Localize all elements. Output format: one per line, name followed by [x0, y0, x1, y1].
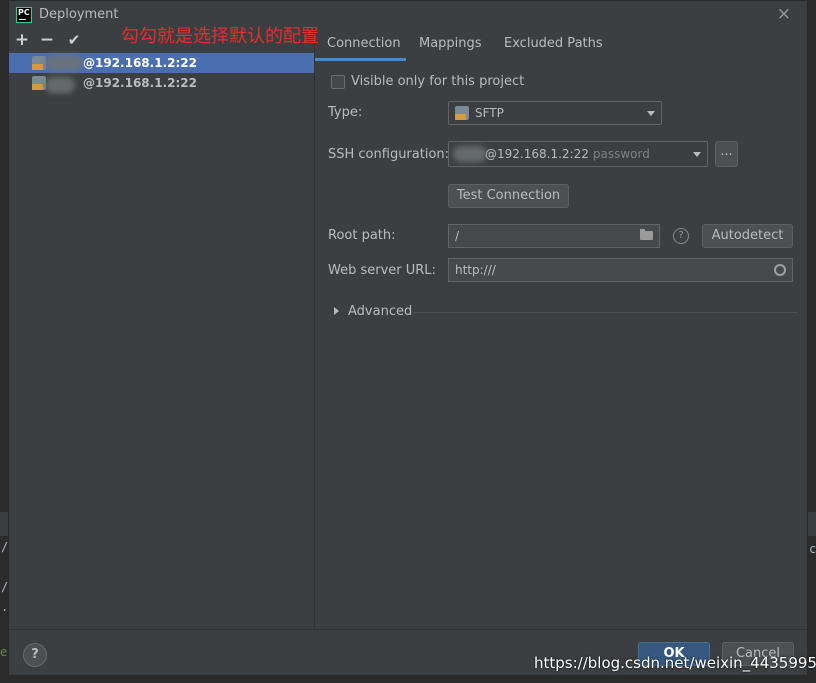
test-connection-button[interactable]: Test Connection — [448, 184, 569, 208]
folder-icon[interactable] — [640, 229, 653, 240]
type-select[interactable]: SFTP — [448, 101, 662, 125]
tab-mappings[interactable]: Mappings — [419, 36, 482, 51]
chevron-down-icon — [693, 152, 701, 157]
chevron-right-icon[interactable] — [334, 307, 339, 315]
globe-icon[interactable] — [774, 264, 786, 276]
server-item-label: @192.168.1.2:22 — [83, 56, 197, 70]
web-server-url-input[interactable]: http:/// — [448, 258, 793, 282]
server-item[interactable]: @192.168.1.2:22 — [9, 73, 314, 93]
pycharm-logo-icon: PC — [16, 7, 32, 23]
sftp-icon — [455, 106, 469, 120]
server-icon — [32, 76, 46, 90]
check-icon[interactable]: ✔ — [62, 29, 86, 53]
advanced-toggle[interactable]: Advanced — [348, 304, 412, 319]
tab-bar: Connection Mappings Excluded Paths — [315, 29, 807, 61]
server-item-label: @192.168.1.2:22 — [83, 76, 197, 90]
type-label: Type: — [328, 105, 363, 120]
chevron-down-icon — [647, 111, 655, 116]
help-icon[interactable]: ? — [673, 228, 689, 244]
redacted-username — [453, 146, 487, 162]
help-button[interactable]: ? — [23, 643, 47, 667]
server-list: @192.168.1.2:22 @192.168.1.2:22 — [9, 53, 314, 93]
root-path-label: Root path: — [328, 228, 396, 243]
tab-connection[interactable]: Connection — [327, 36, 401, 51]
red-annotation-text: 勾勾就是选择默认的配置 — [121, 26, 319, 47]
type-select-value: SFTP — [475, 106, 504, 120]
close-icon[interactable]: × — [777, 4, 791, 24]
web-server-url-label: Web server URL: — [328, 263, 436, 278]
redacted-username — [45, 55, 83, 71]
tab-excluded-paths[interactable]: Excluded Paths — [504, 36, 603, 51]
server-item[interactable]: @192.168.1.2:22 — [9, 53, 314, 73]
deployment-dialog: PC Deployment × 勾勾就是选择默认的配置 + − ✔ @192.1… — [8, 0, 808, 676]
connection-panel: Connection Mappings Excluded Paths Visib… — [315, 29, 807, 629]
ssh-config-value: @192.168.1.2:22 password — [485, 147, 650, 161]
minus-icon[interactable]: − — [35, 29, 59, 53]
ssh-config-select[interactable]: @192.168.1.2:22 password — [448, 141, 708, 167]
server-list-panel: + − ✔ @192.168.1.2:22 @192.168.1.2:22 — [9, 29, 315, 629]
visible-only-checkbox[interactable] — [331, 75, 345, 89]
active-tab-indicator — [315, 58, 406, 61]
background-text: e — [0, 645, 8, 659]
ssh-config-label: SSH configuration: — [328, 147, 450, 162]
redacted-username — [45, 77, 75, 93]
visible-only-label: Visible only for this project — [351, 74, 525, 89]
advanced-separator — [413, 312, 797, 313]
autodetect-button[interactable]: Autodetect — [702, 224, 793, 248]
watermark-text: https://blog.csdn.net/weixin_44359953 — [534, 654, 816, 672]
root-path-input[interactable]: / — [448, 224, 660, 248]
ssh-config-more-button[interactable]: ... — [715, 141, 738, 167]
plus-icon[interactable]: + — [10, 29, 34, 53]
window-title: Deployment — [39, 7, 119, 22]
background-text: c — [809, 542, 816, 556]
server-icon — [32, 56, 46, 70]
